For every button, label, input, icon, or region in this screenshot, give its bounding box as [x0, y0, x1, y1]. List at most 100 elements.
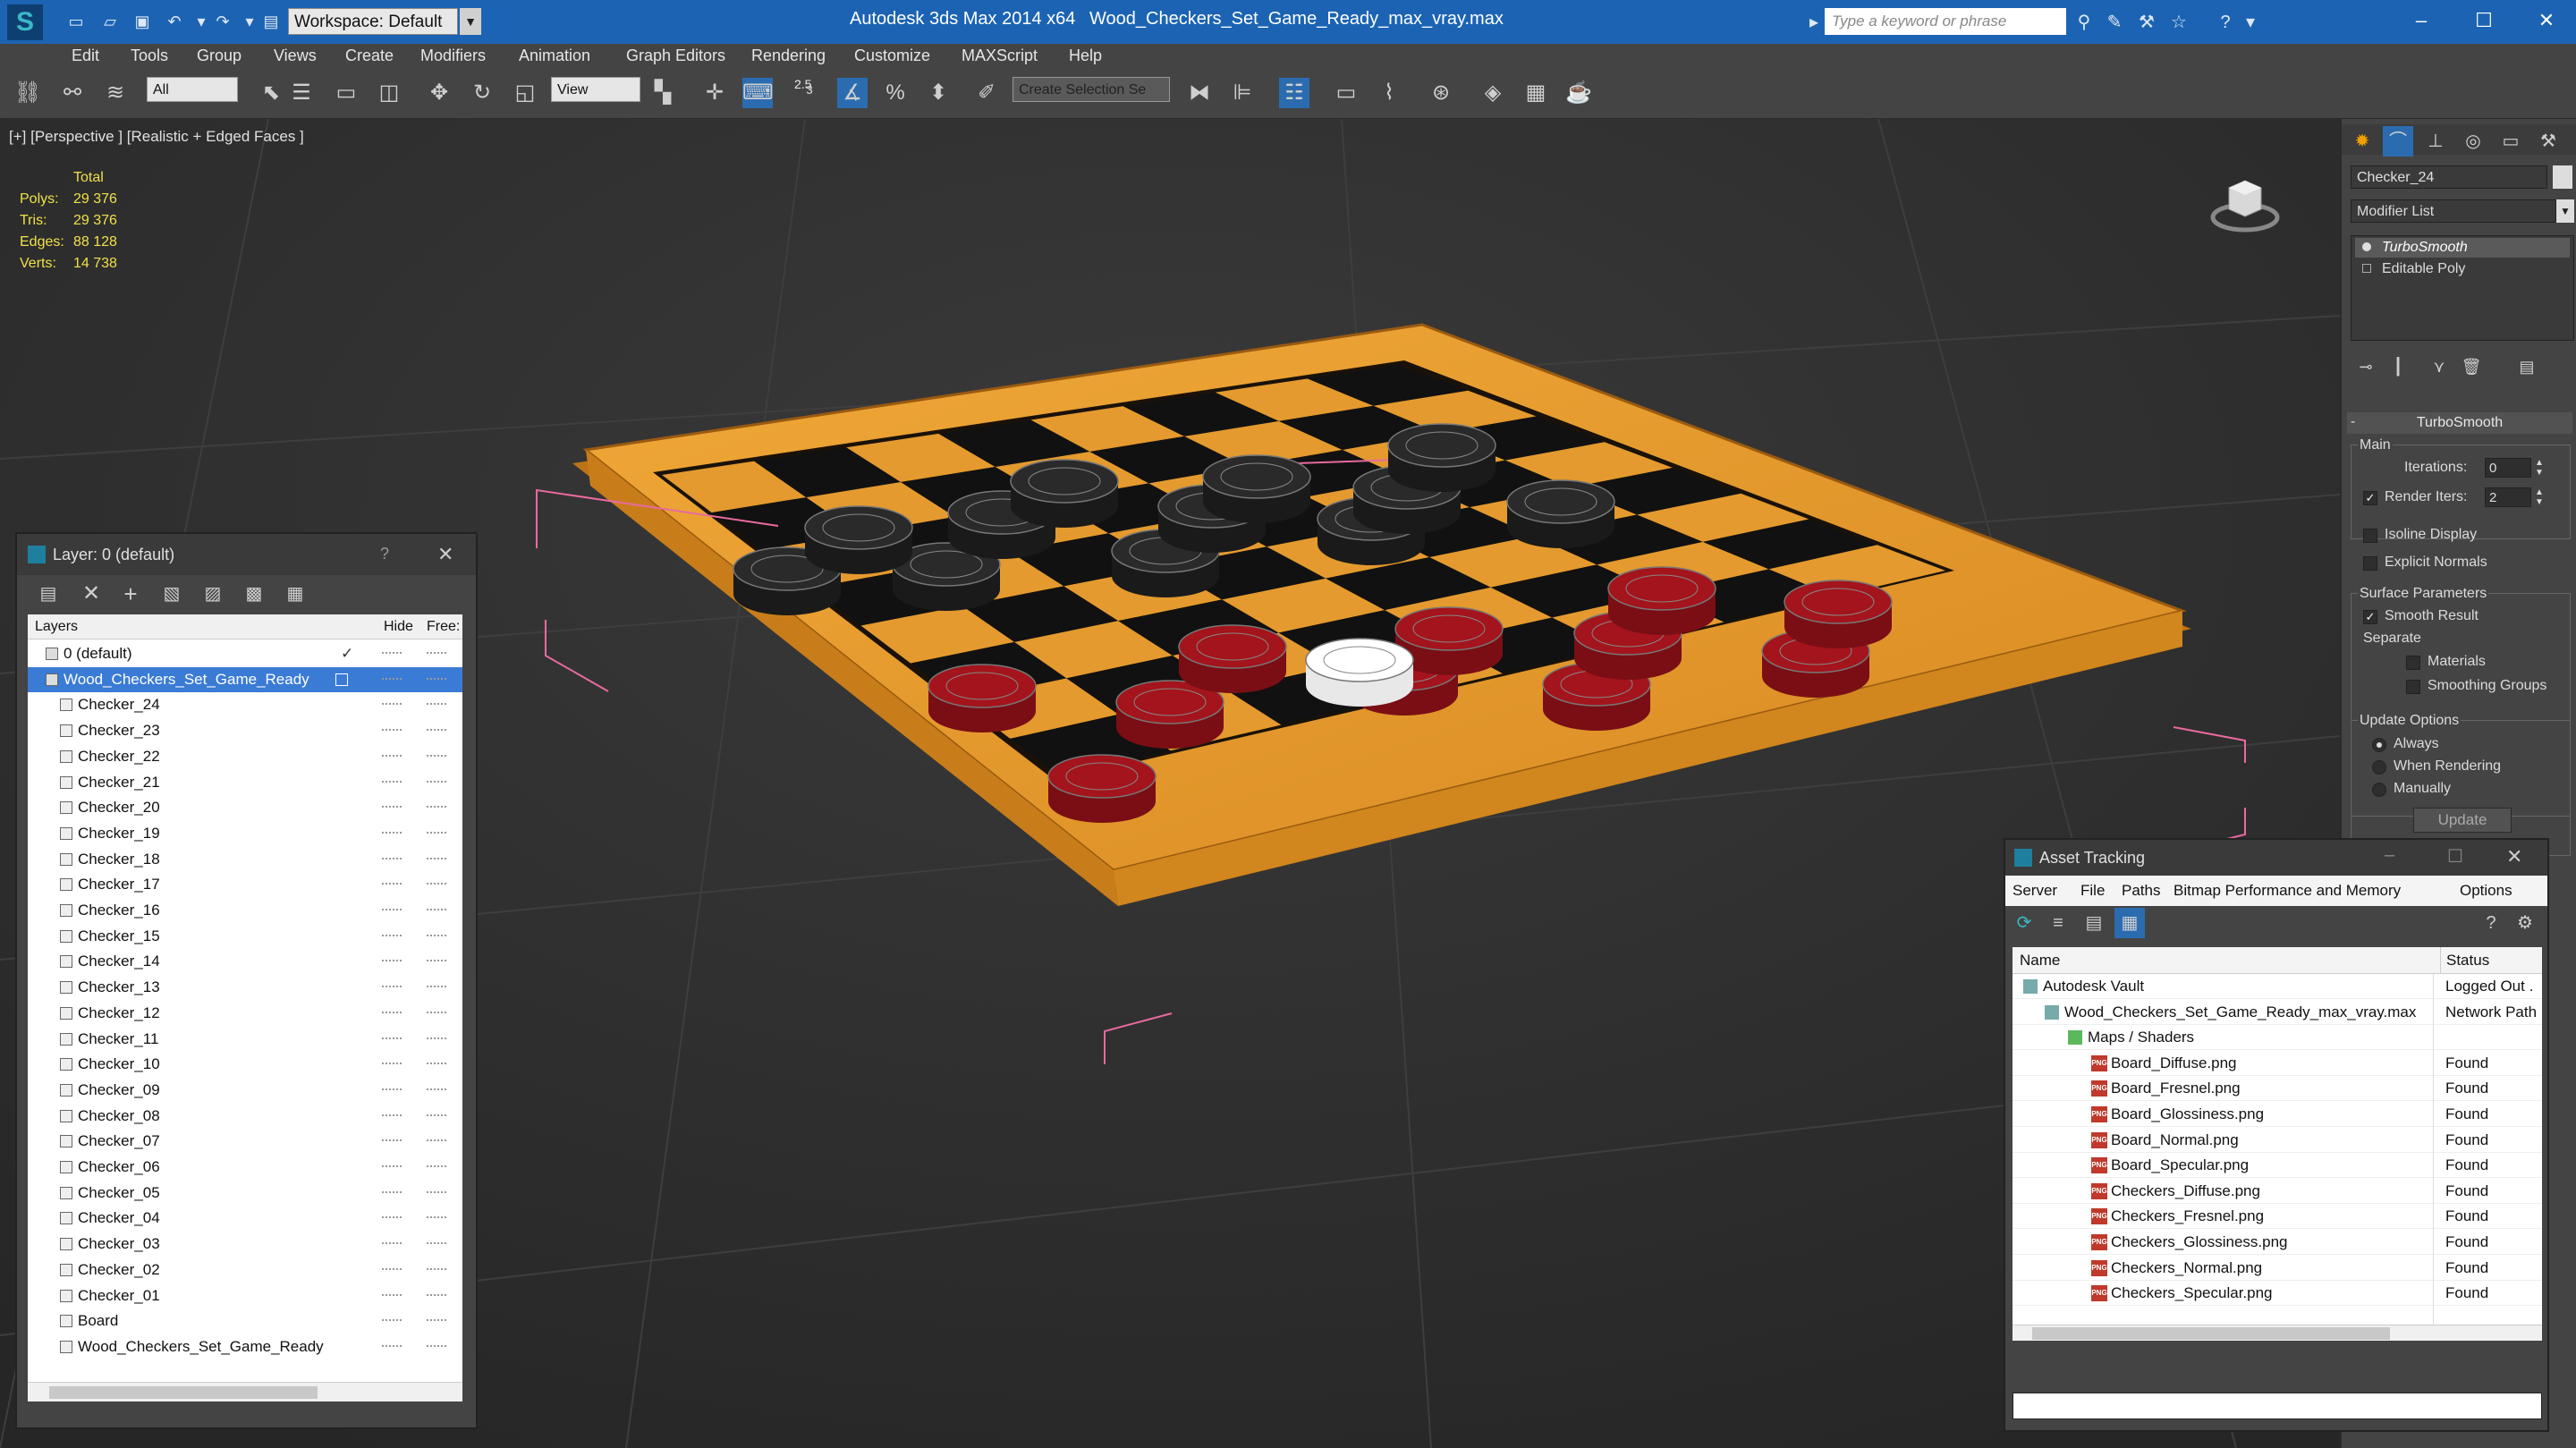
layer-row[interactable]: Board: [28, 1308, 462, 1334]
select-by-name-icon[interactable]: ☰: [286, 78, 317, 108]
layer-row[interactable]: Checker_03: [28, 1232, 462, 1257]
freeze-toggle[interactable]: [427, 909, 446, 914]
create-layer-icon[interactable]: ▤: [33, 579, 64, 609]
search-arrow-icon[interactable]: ▸: [1803, 12, 1825, 33]
search-input[interactable]: Type a keyword or phrase: [1825, 8, 2066, 35]
spinner-arrows-icon[interactable]: ▲ ▼: [2535, 458, 2544, 478]
asset-row[interactable]: PNG Checkers_Diffuse.png Found: [2012, 1179, 2542, 1204]
hide-toggle[interactable]: [382, 1344, 402, 1351]
layer-row[interactable]: Checker_04: [28, 1206, 462, 1231]
hide-all-layers-icon[interactable]: ▩: [239, 579, 269, 609]
layer-row[interactable]: Checker_11: [28, 1027, 462, 1052]
curve-editor-icon[interactable]: ⌇: [1374, 78, 1404, 108]
asset-row[interactable]: PNG Checkers_Fresnel.png Found: [2012, 1204, 2542, 1230]
percent-snap-icon[interactable]: %: [880, 78, 911, 108]
use-pivot-center-icon[interactable]: ▚: [648, 78, 678, 108]
hide-toggle[interactable]: [382, 1063, 402, 1068]
layer-row[interactable]: Checker_10: [28, 1052, 462, 1077]
chevron-down-icon[interactable]: ▼: [2556, 199, 2574, 223]
isoline-display-checkbox[interactable]: [2363, 529, 2377, 543]
asset-row[interactable]: Autodesk Vault Logged Out .: [2012, 974, 2542, 999]
hide-toggle[interactable]: [382, 960, 402, 965]
freeze-toggle[interactable]: [427, 934, 446, 940]
asset-row[interactable]: PNG Board_Normal.png Found: [2012, 1128, 2542, 1153]
maximize-button[interactable]: ☐: [2462, 7, 2506, 34]
render-iters-checkbox[interactable]: ✓: [2363, 491, 2377, 505]
hide-toggle[interactable]: [382, 883, 402, 888]
highlight-layer-icon[interactable]: ▨: [198, 579, 228, 609]
hide-toggle[interactable]: [382, 754, 402, 760]
scrollbar-thumb[interactable]: [49, 1386, 318, 1399]
make-unique-icon[interactable]: ⋎: [2424, 351, 2454, 382]
redo-dropdown-icon[interactable]: ▾: [238, 11, 261, 32]
modifier-on-icon[interactable]: [2362, 242, 2371, 251]
column-layers[interactable]: Layers: [35, 614, 78, 639]
freeze-toggle[interactable]: [427, 1011, 446, 1017]
chevron-down-icon[interactable]: ▼: [460, 8, 481, 35]
freeze-toggle[interactable]: [427, 1190, 446, 1197]
hide-toggle[interactable]: [382, 909, 402, 914]
spinner-snap-icon[interactable]: ⬍: [923, 78, 953, 108]
hide-toggle[interactable]: [382, 703, 402, 708]
menu-customize[interactable]: Customize: [854, 47, 930, 65]
viewport-label[interactable]: [+] [Perspective ] [Realistic + Edged Fa…: [9, 128, 304, 146]
column-hide[interactable]: Hide: [384, 614, 413, 639]
table-view-icon[interactable]: ▦: [2114, 908, 2145, 938]
layer-help-button[interactable]: ?: [380, 545, 389, 563]
mirror-icon[interactable]: ⧓: [1184, 78, 1215, 108]
hide-toggle[interactable]: [382, 986, 402, 991]
viewcube-icon[interactable]: [2209, 168, 2281, 240]
freeze-toggle[interactable]: [427, 1139, 446, 1145]
hide-toggle[interactable]: [382, 1293, 402, 1300]
menu-help[interactable]: Help: [1069, 47, 1102, 65]
layer-row[interactable]: Wood_Checkers_Set_Game_Ready: [28, 1334, 462, 1359]
render-production-icon[interactable]: ☕: [1563, 78, 1594, 108]
add-to-layer-icon[interactable]: +: [115, 579, 146, 609]
freeze-toggle[interactable]: [427, 1293, 446, 1300]
hide-toggle[interactable]: [382, 1190, 402, 1197]
spinner-arrows-icon[interactable]: ▲ ▼: [2535, 487, 2544, 507]
refresh-icon[interactable]: ⟳: [2009, 908, 2039, 938]
hide-toggle[interactable]: [382, 806, 402, 811]
hide-toggle[interactable]: [382, 1139, 402, 1145]
layer-row[interactable]: Checker_19: [28, 821, 462, 846]
keyboard-shortcut-override-icon[interactable]: ⌨: [742, 78, 774, 108]
scrollbar-thumb[interactable]: [2032, 1327, 2390, 1340]
asset-menu-server[interactable]: Server: [2012, 882, 2057, 900]
expand-toggle-icon[interactable]: [2362, 264, 2371, 273]
communication-center-icon[interactable]: ✎: [2104, 12, 2125, 33]
layer-row[interactable]: 0 (default) ✓: [28, 641, 462, 666]
select-and-manipulate-icon[interactable]: ✛: [699, 78, 730, 108]
iterations-spinner[interactable]: 0: [2485, 458, 2531, 478]
hide-toggle[interactable]: [382, 1216, 402, 1222]
minimize-button[interactable]: –: [2385, 845, 2394, 866]
rollout-collapse-icon[interactable]: -: [2351, 414, 2355, 430]
asset-menu-options[interactable]: Options: [2460, 882, 2512, 900]
hide-toggle[interactable]: [382, 1037, 402, 1043]
maximize-button[interactable]: ☐: [2447, 845, 2463, 868]
align-icon[interactable]: ⊫: [1227, 78, 1258, 108]
stack-item-turbosmooth[interactable]: TurboSmooth: [2355, 238, 2570, 258]
select-object-icon[interactable]: ⬉: [256, 78, 286, 108]
asset-settings-icon[interactable]: ⚙: [2510, 908, 2540, 938]
toggle-ribbon-icon[interactable]: ▭: [1331, 78, 1361, 108]
menu-animation[interactable]: Animation: [519, 47, 590, 65]
object-name-field[interactable]: Checker_24: [2351, 165, 2547, 189]
freeze-toggle[interactable]: [427, 1088, 446, 1094]
freeze-toggle[interactable]: [427, 1114, 446, 1120]
layer-row[interactable]: Checker_21: [28, 770, 462, 795]
asset-row[interactable]: Maps / Shaders: [2012, 1025, 2542, 1051]
menu-create[interactable]: Create: [345, 47, 394, 65]
undo-dropdown-icon[interactable]: ▾: [190, 11, 213, 32]
hide-toggle[interactable]: [382, 831, 402, 837]
freeze-toggle[interactable]: [427, 1216, 446, 1222]
freeze-toggle[interactable]: [427, 883, 446, 888]
undo-icon[interactable]: ↶: [163, 11, 186, 32]
layer-row[interactable]: Checker_20: [28, 795, 462, 820]
smooth-result-checkbox[interactable]: ✓: [2363, 610, 2377, 624]
layer-row[interactable]: Checker_23: [28, 718, 462, 743]
menu-maxscript[interactable]: MAXScript: [962, 47, 1038, 65]
column-status[interactable]: Status: [2440, 947, 2489, 974]
freeze-toggle[interactable]: [427, 1063, 446, 1068]
asset-help-icon[interactable]: ?: [2476, 908, 2506, 938]
